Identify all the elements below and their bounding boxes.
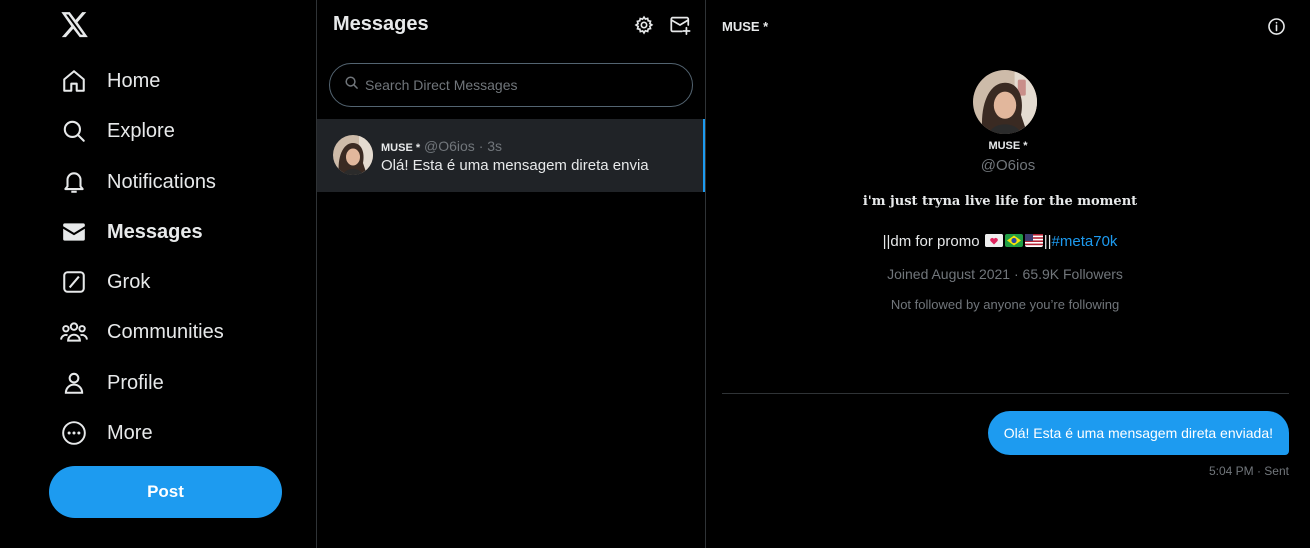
divider [722,393,1289,394]
usa-flag-icon [1024,234,1043,247]
search-field[interactable] [329,63,693,107]
nav-home-label: Home [107,69,161,92]
nav-notifications[interactable]: Notifications [60,167,216,197]
communities-icon [60,318,88,346]
conversation-time: · 3s [478,138,503,154]
profile-handle: @O6ios [980,157,1036,174]
nav-home[interactable]: Home [60,66,160,96]
nav-grok-label: Grok [107,270,151,293]
post-button[interactable]: Post [49,466,282,518]
profile-bio-line1: 𝐢'𝐦 𝐣𝐮𝐬𝐭 𝐭𝐫𝐲𝐧𝐚 𝐥𝐢𝐯𝐞 𝐥𝐢𝐟𝐞 𝐟𝐨𝐫 𝐭𝐡𝐞 𝐦𝐨𝐦𝐞𝐧𝐭 [862,194,1138,209]
gear-icon[interactable] [633,14,655,36]
person-icon [60,369,88,397]
profile-bio-line2: ||dm for promo ||#meta70k [706,233,1294,250]
profile-followed-by: Not followed by anyone you’re following [890,297,1120,312]
conversation-panel: MUSE * MUSE * @O6ios 𝐢'𝐦 𝐣𝐮𝐬𝐭 𝐭𝐫𝐲𝐧𝐚 𝐥𝐢𝐯𝐞… [706,0,1310,548]
profile-name: MUSE * [988,140,1028,152]
info-icon[interactable] [1264,14,1288,38]
nav-profile-label: Profile [107,371,164,394]
nav-more[interactable]: More [60,418,153,448]
grok-icon [60,268,88,296]
bio-separator: || [1043,233,1052,250]
compose-message-icon[interactable] [669,14,691,36]
nav-messages[interactable]: Messages [60,217,203,247]
nav-messages-label: Messages [107,220,203,243]
bio-promo-text: ||dm for promo [882,233,984,250]
conversation-preview: Olá! Esta é uma mensagem direta envia [381,157,649,174]
nav-more-label: More [107,421,153,444]
conversation-title: MUSE * [722,19,769,34]
conversation-name: MUSE * [381,142,421,154]
search-input[interactable] [365,77,665,93]
nav-notifications-label: Notifications [107,170,216,193]
profile-avatar[interactable] [973,70,1037,134]
nav-grok[interactable]: Grok [60,267,150,297]
home-icon [60,67,88,95]
nav-communities-label: Communities [107,320,224,343]
sent-message-bubble[interactable]: Olá! Esta é uma mensagem direta enviada! [987,411,1289,455]
more-circle-icon [60,419,88,447]
conversation-item[interactable]: MUSE * @O6ios · 3s Olá! Esta é uma mensa… [317,119,705,192]
x-logo-icon[interactable] [58,8,92,42]
love-letter-emoji-icon [984,234,1003,247]
messages-title: Messages [333,13,429,35]
nav-profile[interactable]: Profile [60,368,164,398]
message-timestamp: 5:04 PM · Sent [1208,464,1289,478]
left-navigation: Home Explore Notifications Messages Grok… [0,0,317,548]
nav-explore[interactable]: Explore [60,116,175,146]
messages-panel: Messages MUSE * @O6ios · 3s Olá! Esta é … [317,0,706,548]
avatar [333,135,373,175]
search-icon [344,75,359,95]
nav-explore-label: Explore [107,119,175,142]
search-icon [60,117,88,145]
bell-icon [60,168,88,196]
profile-joined-followers: Joined August 2021 · 65.9K Followers [887,266,1123,282]
envelope-icon [60,218,88,246]
bio-hashtag-link[interactable]: #meta70k [1052,233,1118,250]
nav-communities[interactable]: Communities [60,317,224,347]
brazil-flag-icon [1004,234,1023,247]
conversation-handle: @O6ios [424,138,475,154]
